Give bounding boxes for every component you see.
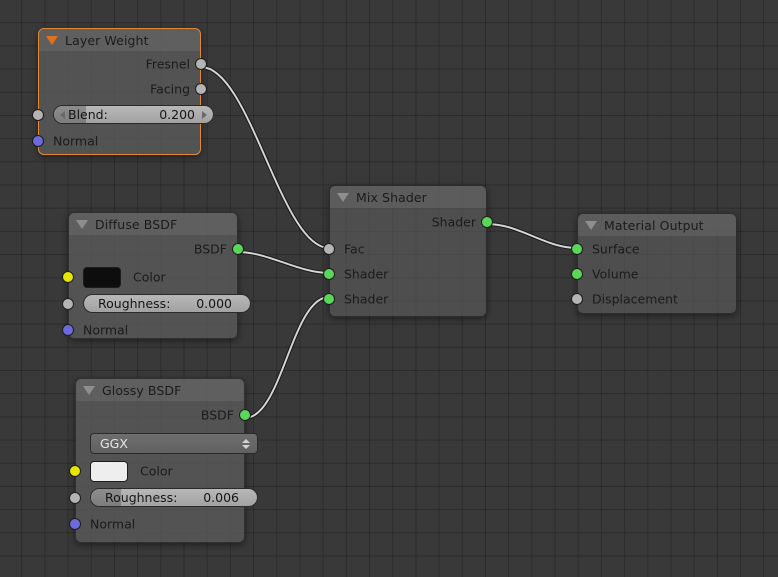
color-label: Color (140, 463, 173, 479)
node-body-glossy-bsdf: BSDF GGX Color Roughness: 0.006 Normal (69, 401, 258, 536)
output-row-bsdf: BSDF (69, 235, 244, 263)
node-title: Diffuse BSDF (95, 216, 178, 232)
roughness-slider-value: 0.000 (196, 296, 232, 311)
updown-arrows-icon[interactable] (242, 438, 250, 449)
socket-input-color[interactable] (62, 271, 74, 283)
node-body-layer-weight: Fresnel Facing Blend: 0.200 Normal (32, 51, 214, 153)
arrow-right-icon[interactable] (202, 110, 207, 119)
input-row-volume: Volume (571, 261, 736, 286)
input-row-normal: Normal (69, 511, 244, 536)
node-body-mix-shader: Shader Fac Shader Shader (323, 208, 493, 311)
color-label: Color (133, 269, 166, 285)
node-header-glossy-bsdf[interactable]: Glossy BSDF (76, 379, 244, 401)
output-row-facing: Facing (39, 76, 207, 101)
socket-input-shader-2[interactable] (323, 292, 335, 305)
socket-input-roughness[interactable] (69, 492, 81, 504)
roughness-slider-label: Roughness: (98, 296, 171, 311)
roughness-slider-label: Roughness: (105, 490, 178, 505)
node-header-layer-weight[interactable]: Layer Weight (39, 29, 200, 51)
output-label-bsdf: BSDF (193, 241, 227, 257)
output-row-shader: Shader (330, 208, 493, 236)
input-row-displacement: Displacement (571, 286, 736, 311)
node-header-diffuse-bsdf[interactable]: Diffuse BSDF (69, 213, 237, 235)
distribution-row: GGX (76, 429, 258, 457)
socket-input-color[interactable] (69, 465, 81, 477)
roughness-slider-value: 0.006 (203, 490, 239, 505)
node-mix-shader[interactable]: Mix Shader Shader Fac Shader Shader (323, 185, 493, 317)
node-title: Layer Weight (65, 32, 149, 48)
input-label-normal: Normal (83, 322, 129, 337)
socket-output-facing[interactable] (195, 82, 207, 95)
input-row-blend: Blend: 0.200 (32, 101, 214, 128)
distribution-value: GGX (100, 436, 128, 451)
input-label-fac: Fac (344, 241, 365, 256)
socket-output-bsdf[interactable] (239, 409, 251, 421)
node-glossy-bsdf[interactable]: Glossy BSDF BSDF GGX Color Roughness: 0.… (69, 378, 258, 543)
socket-input-roughness[interactable] (62, 298, 74, 310)
node-diffuse-bsdf[interactable]: Diffuse BSDF BSDF Color Roughness: 0.000 (62, 212, 251, 342)
triangle-down-icon[interactable] (585, 220, 597, 230)
socket-input-blend[interactable] (32, 108, 44, 121)
node-title: Glossy BSDF (102, 382, 182, 398)
color-swatch-glossy[interactable] (90, 460, 128, 482)
input-row-color: Color (62, 263, 237, 291)
node-layer-weight[interactable]: Layer Weight Fresnel Facing Blend: 0.200 (32, 28, 214, 155)
input-label-shader-1: Shader (344, 266, 389, 281)
socket-output-fresnel[interactable] (195, 57, 207, 70)
triangle-down-icon[interactable] (337, 192, 349, 202)
input-label-normal: Normal (53, 133, 99, 148)
input-row-normal: Normal (62, 317, 237, 342)
arrow-left-icon[interactable] (60, 110, 65, 119)
output-label-facing: Facing (150, 81, 190, 96)
socket-input-fac[interactable] (323, 242, 335, 255)
input-row-color: Color (69, 457, 244, 485)
node-title: Material Output (604, 217, 704, 233)
socket-input-normal[interactable] (32, 134, 44, 147)
socket-input-displacement[interactable] (571, 292, 583, 305)
node-header-material-output[interactable]: Material Output (578, 214, 736, 236)
blend-slider[interactable]: Blend: 0.200 (53, 105, 214, 124)
node-header-mix-shader[interactable]: Mix Shader (330, 186, 486, 208)
input-row-normal: Normal (32, 128, 200, 153)
socket-input-shader-1[interactable] (323, 267, 335, 280)
socket-input-normal[interactable] (62, 323, 74, 336)
output-row-fresnel: Fresnel (39, 51, 207, 76)
output-label-fresnel: Fresnel (145, 56, 190, 71)
blend-slider-value: 0.200 (159, 107, 195, 122)
input-row-surface: Surface (571, 236, 736, 261)
input-label-displacement: Displacement (592, 291, 678, 306)
color-swatch-diffuse[interactable] (83, 266, 121, 288)
roughness-slider-diffuse[interactable]: Roughness: 0.000 (83, 294, 251, 313)
output-label-shader: Shader (431, 214, 476, 230)
input-label-surface: Surface (592, 241, 640, 256)
input-label-shader-2: Shader (344, 291, 389, 306)
node-editor-canvas[interactable]: Layer Weight Fresnel Facing Blend: 0.200 (0, 0, 778, 577)
input-row-shader-1: Shader (323, 261, 486, 286)
triangle-down-icon[interactable] (83, 385, 95, 395)
socket-input-surface[interactable] (571, 242, 583, 255)
blend-slider-label: Blend: (68, 107, 108, 122)
input-row-roughness: Roughness: 0.006 (69, 485, 258, 511)
node-material-output[interactable]: Material Output Surface Volume Displacem… (571, 213, 737, 314)
node-body-material-output: Surface Volume Displacement (571, 236, 736, 311)
input-label-volume: Volume (592, 266, 639, 281)
triangle-down-icon[interactable] (76, 219, 88, 229)
node-title: Mix Shader (356, 189, 427, 205)
socket-output-shader[interactable] (481, 216, 493, 228)
socket-output-bsdf[interactable] (232, 243, 244, 255)
input-label-normal: Normal (90, 516, 136, 531)
socket-input-normal[interactable] (69, 517, 81, 530)
triangle-down-icon[interactable] (46, 35, 58, 45)
socket-input-volume[interactable] (571, 267, 583, 280)
input-row-fac: Fac (323, 236, 486, 261)
distribution-dropdown[interactable]: GGX (90, 433, 258, 454)
roughness-slider-glossy[interactable]: Roughness: 0.006 (90, 488, 258, 507)
output-row-bsdf: BSDF (76, 401, 251, 429)
input-row-shader-2: Shader (323, 286, 486, 311)
input-row-roughness: Roughness: 0.000 (62, 291, 251, 317)
output-label-bsdf: BSDF (200, 407, 234, 423)
node-body-diffuse-bsdf: BSDF Color Roughness: 0.000 Normal (62, 235, 251, 342)
